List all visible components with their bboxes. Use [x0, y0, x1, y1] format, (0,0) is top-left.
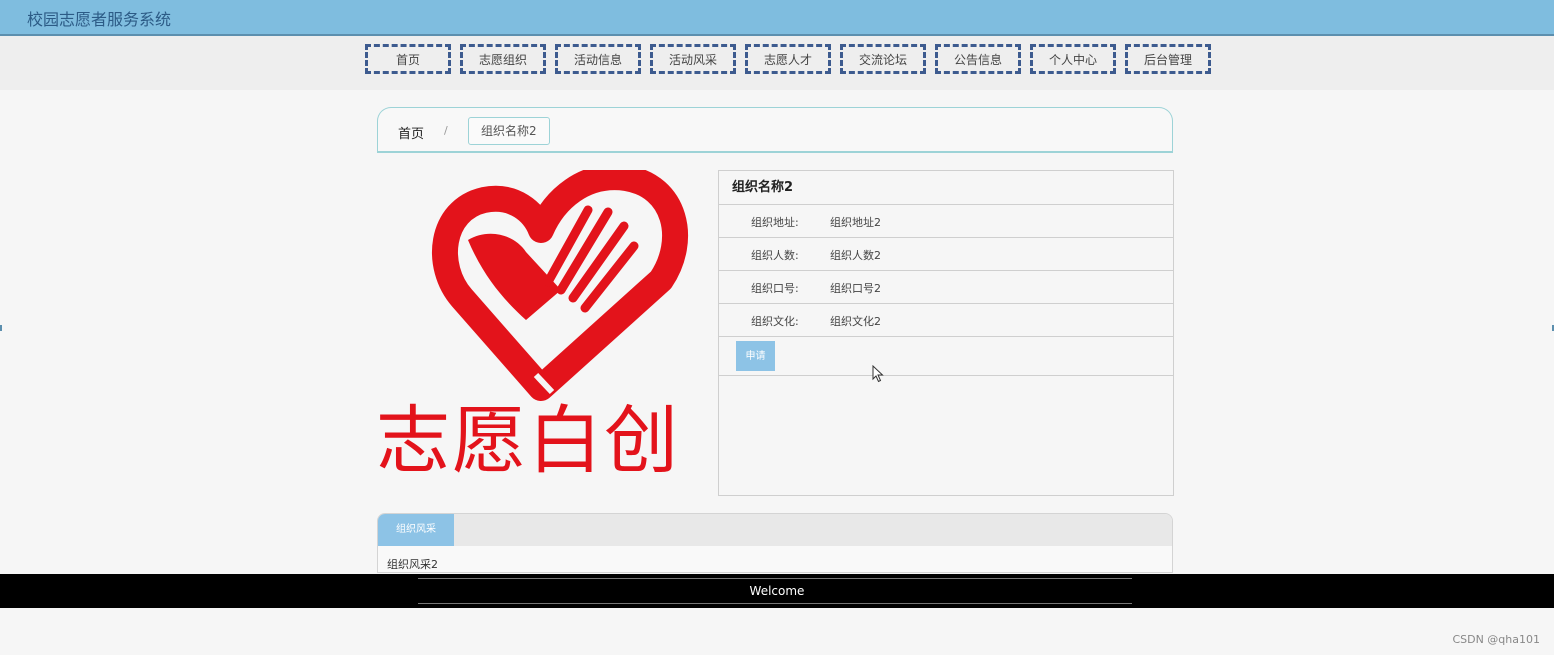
nav-item-home[interactable]: 首页	[365, 44, 451, 74]
footer: Welcome	[0, 574, 1554, 608]
detail-label: 组织文化:	[751, 315, 799, 328]
detail-value: 组织文化2	[830, 315, 881, 328]
nav-item-volunteer-talent[interactable]: 志愿人才	[745, 44, 831, 74]
breadcrumb-separator: /	[444, 124, 448, 137]
detail-value: 组织人数2	[830, 249, 881, 262]
main-nav: 首页 志愿组织 活动信息 活动风采 志愿人才 交流论坛 公告信息 个人中心 后台…	[365, 44, 1211, 74]
nav-item-activity-info[interactable]: 活动信息	[555, 44, 641, 74]
footer-divider	[418, 578, 1132, 579]
nav-item-activity-showcase[interactable]: 活动风采	[650, 44, 736, 74]
footer-welcome: Welcome	[749, 584, 805, 598]
nav-item-forum[interactable]: 交流论坛	[840, 44, 926, 74]
nav-item-volunteer-org[interactable]: 志愿组织	[460, 44, 546, 74]
detail-label: 组织人数:	[751, 249, 799, 262]
volunteer-heart-hand-icon: 志愿白创	[376, 164, 688, 484]
left-edge-marker	[0, 325, 2, 331]
organization-detail-panel: 组织名称2 组织地址: 组织地址2 组织人数: 组织人数2 组织口号: 组织口号…	[718, 170, 1174, 496]
organization-logo: 志愿白创	[376, 164, 706, 484]
detail-label: 组织地址:	[751, 216, 799, 229]
detail-value: 组织口号2	[830, 282, 881, 295]
detail-value: 组织地址2	[830, 216, 881, 229]
tabs-header: 组织风采	[378, 514, 1172, 546]
breadcrumb: 首页 / 组织名称2	[377, 107, 1173, 153]
tab-organization-showcase[interactable]: 组织风采	[378, 514, 454, 546]
apply-button[interactable]: 申请	[736, 341, 775, 371]
breadcrumb-current: 组织名称2	[468, 117, 550, 145]
logo-wordmark: 志愿白创	[376, 398, 680, 475]
detail-row-address: 组织地址: 组织地址2	[719, 205, 1173, 238]
mouse-cursor-icon	[872, 365, 884, 383]
detail-row-slogan: 组织口号: 组织口号2	[719, 271, 1173, 304]
detail-row-members: 组织人数: 组织人数2	[719, 238, 1173, 271]
nav-item-admin[interactable]: 后台管理	[1125, 44, 1211, 74]
footer-divider	[418, 603, 1132, 604]
organization-name: 组织名称2	[719, 171, 1173, 205]
detail-label: 组织口号:	[751, 282, 799, 295]
nav-item-personal-center[interactable]: 个人中心	[1030, 44, 1116, 74]
tab-content: 组织风采2	[387, 558, 438, 571]
apply-row: 申请	[719, 337, 1173, 376]
top-bar: 校园志愿者服务系统	[0, 0, 1554, 36]
breadcrumb-home-link[interactable]: 首页	[398, 123, 424, 142]
app-title: 校园志愿者服务系统	[27, 10, 172, 29]
tabs-panel: 组织风采 组织风采2	[377, 513, 1173, 573]
detail-row-culture: 组织文化: 组织文化2	[719, 304, 1173, 337]
nav-item-announcements[interactable]: 公告信息	[935, 44, 1021, 74]
watermark: CSDN @qha101	[1452, 633, 1540, 646]
